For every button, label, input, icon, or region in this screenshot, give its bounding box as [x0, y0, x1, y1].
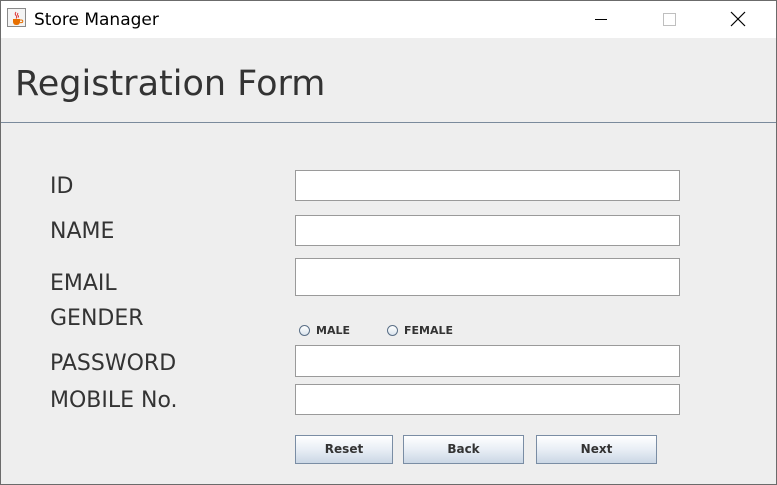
gender-male-radio[interactable]: MALE [299, 324, 359, 338]
title-separator [1, 122, 776, 123]
back-button[interactable]: Back [403, 435, 524, 464]
radio-circle [299, 325, 310, 336]
email-label: EMAIL [50, 271, 117, 296]
email-field[interactable] [295, 258, 680, 296]
mobile-label: MOBILE No. [50, 388, 178, 413]
id-field[interactable] [295, 170, 680, 201]
minimize-button[interactable] [578, 1, 624, 38]
reset-button[interactable]: Reset [295, 435, 393, 464]
female-option-label: FEMALE [404, 324, 454, 337]
close-button[interactable] [715, 1, 761, 38]
male-option-label: MALE [316, 324, 350, 337]
gender-female-radio[interactable]: FEMALE [387, 324, 457, 338]
java-cup-icon [7, 8, 26, 27]
form-title: Registration Form [15, 64, 326, 104]
title-bar[interactable]: Store Manager [1, 1, 776, 38]
password-label: PASSWORD [50, 351, 177, 376]
gender-label: GENDER [50, 306, 144, 331]
name-label: NAME [50, 219, 115, 244]
maximize-icon [663, 13, 676, 26]
window-title: Store Manager [34, 10, 159, 30]
id-label: ID [50, 174, 74, 199]
minimize-icon [595, 19, 607, 20]
name-field[interactable] [295, 215, 680, 246]
close-icon [730, 11, 746, 27]
mobile-field[interactable] [295, 384, 680, 415]
password-field[interactable] [295, 345, 680, 377]
radio-circle [387, 325, 398, 336]
maximize-button[interactable] [646, 1, 692, 38]
app-window: Store Manager Registration Form ID NAME … [0, 0, 777, 485]
next-button[interactable]: Next [536, 435, 657, 464]
